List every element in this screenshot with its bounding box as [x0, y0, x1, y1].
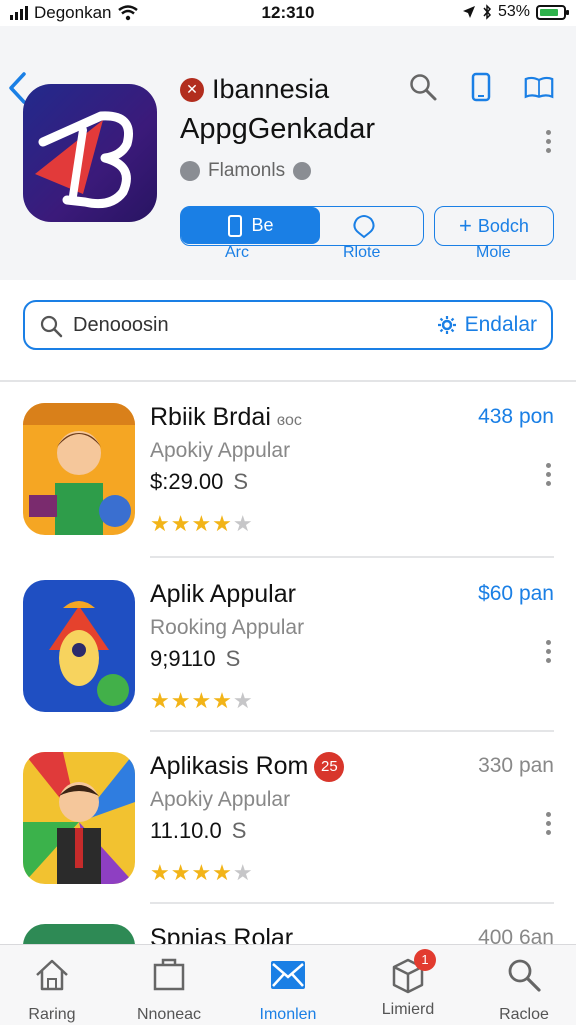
tab-mail[interactable]: Imonlen — [238, 955, 338, 1024]
app-price-unit: S — [231, 818, 247, 843]
add-button-caption: Mole — [476, 244, 511, 261]
search-input[interactable]: Denooosin — [73, 314, 169, 337]
device-icon[interactable] — [466, 72, 496, 102]
tab-label: Racloe — [499, 1006, 549, 1023]
status-bar: Degonkan 12:310 53% — [0, 0, 576, 26]
home-icon — [36, 959, 68, 991]
app-subtitle: Apokiy Appular — [150, 788, 291, 811]
segment-primary-label: Be — [251, 215, 274, 235]
app-thumbnail — [23, 752, 135, 884]
segment-secondary-caption: Rlote — [343, 244, 381, 261]
app-name: Aplikasis Rom 25 — [150, 752, 345, 782]
count-badge: 25 — [314, 752, 345, 782]
developer-badge-icon: ✕ — [180, 77, 204, 102]
app-right-price[interactable]: 400 6an — [478, 926, 554, 944]
notification-badge: 1 — [414, 949, 436, 971]
more-icon[interactable] — [546, 812, 552, 839]
app-right-price[interactable]: 438 pon — [478, 405, 554, 429]
list-item[interactable]: Aplik Appular Rooking Appular 9;9110 S ★★… — [0, 580, 576, 750]
tab-label: Limierd — [381, 1001, 435, 1018]
star-rating: ★★★★★ — [150, 860, 254, 885]
more-icon[interactable] — [546, 463, 552, 490]
app-price: 11.10.0 S — [150, 818, 246, 844]
more-icon[interactable] — [546, 640, 552, 667]
app-price-unit: S — [225, 646, 241, 671]
tab-label: Nnoneac — [136, 1006, 202, 1023]
tab-box[interactable]: 1 Limierd — [358, 949, 458, 1019]
box-icon-wrap: 1 — [388, 949, 436, 995]
app-name-text: Aplikasis Rom — [150, 752, 309, 780]
app-right-price[interactable]: 330 pan — [478, 754, 554, 778]
row-separator — [150, 730, 554, 732]
mail-icon — [271, 961, 305, 989]
app-name-text: Rbiik Brdai — [150, 403, 271, 431]
app-price: 9;9110 S — [150, 646, 240, 672]
book-icon[interactable] — [524, 72, 554, 102]
list-item[interactable]: Aplikasis Rom 25 Apokiy Appular 11.10.0 S … — [0, 752, 576, 922]
app-icon — [23, 84, 157, 222]
refresh-icon[interactable] — [351, 213, 377, 239]
app-name-suffix: ɞoc — [276, 412, 302, 429]
search-bar[interactable]: Denooosin Endalar — [23, 300, 553, 350]
star-rating: ★★★★★ — [150, 511, 254, 536]
app-subtitle: Rooking Appular — [150, 616, 305, 639]
app-name: Spnias Rolar — [150, 924, 294, 944]
section-divider — [0, 380, 576, 382]
star-rating: ★★★★★ — [150, 688, 254, 713]
tab-search[interactable]: Racloe — [474, 955, 574, 1024]
tab-label: Raring — [28, 1006, 76, 1023]
app-price-value: 9;9110 — [150, 646, 216, 671]
app-title-block: ✕ Ibannesia AppgGenkadar Flamonls — [180, 74, 375, 182]
segment-primary[interactable]: Be — [181, 207, 320, 244]
header-more-icon[interactable] — [546, 130, 552, 157]
list-item[interactable]: Rbiik Brdai ɞoc Apokiy Appular $:29.00 S ★… — [0, 403, 576, 573]
app-logo-mark — [35, 111, 133, 209]
search-icon[interactable] — [408, 72, 438, 102]
add-button-label: Bodch — [477, 215, 529, 236]
status-right: 53% — [462, 3, 569, 21]
location-icon — [462, 6, 475, 18]
header-actions — [408, 72, 554, 102]
gear-icon — [437, 316, 456, 334]
folder-icon — [153, 958, 185, 991]
rating-icon — [180, 161, 200, 181]
search-icon — [40, 315, 63, 338]
app-thumbnail — [23, 580, 135, 712]
tab-home[interactable]: Raring — [2, 955, 102, 1024]
row-separator — [150, 556, 554, 558]
tab-label: Imonlen — [259, 1006, 317, 1023]
plus-icon: + — [459, 213, 472, 238]
app-right-price[interactable]: $60 pan — [478, 582, 554, 606]
info-icon[interactable] — [293, 162, 312, 180]
app-thumbnail — [23, 403, 135, 535]
battery-percent: 53% — [497, 3, 530, 20]
app-price-unit: S — [233, 469, 249, 494]
bluetooth-icon — [483, 4, 491, 20]
rating-line: Flamonls — [180, 160, 375, 182]
app-name: Rbiik Brdai ɞoc — [150, 403, 302, 432]
add-button[interactable]: + Bodch — [434, 206, 554, 246]
developer-name[interactable]: Ibannesia — [212, 74, 329, 105]
app-price-value: 11.10.0 — [150, 818, 222, 843]
app-subtitle: Apokiy Appular — [150, 439, 291, 462]
app-name: Aplik Appular — [150, 580, 296, 608]
app-price-value: $:29.00 — [150, 469, 224, 494]
battery-icon — [536, 4, 569, 20]
app-thumbnail — [23, 924, 135, 944]
tab-folder[interactable]: Nnoneac — [119, 955, 219, 1024]
row-separator — [150, 902, 554, 904]
list-item[interactable]: Spnias Rolar 400 6an — [0, 924, 576, 944]
phone-icon — [228, 214, 243, 237]
rating-text: Flamonls — [208, 160, 286, 181]
app-title: AppgGenkadar — [180, 113, 376, 145]
tab-bar: Raring Nnoneac Imonlen 1 Limierd Racloe — [0, 944, 576, 1025]
segmented-control: Be — [180, 206, 424, 246]
app-price: $:29.00 S — [150, 469, 248, 495]
search-icon — [508, 959, 541, 992]
search-action-label: Endalar — [464, 313, 537, 336]
search-action-button[interactable]: Endalar — [437, 313, 537, 337]
segment-primary-caption: Arc — [225, 244, 249, 261]
developer-line: ✕ Ibannesia — [180, 74, 375, 105]
